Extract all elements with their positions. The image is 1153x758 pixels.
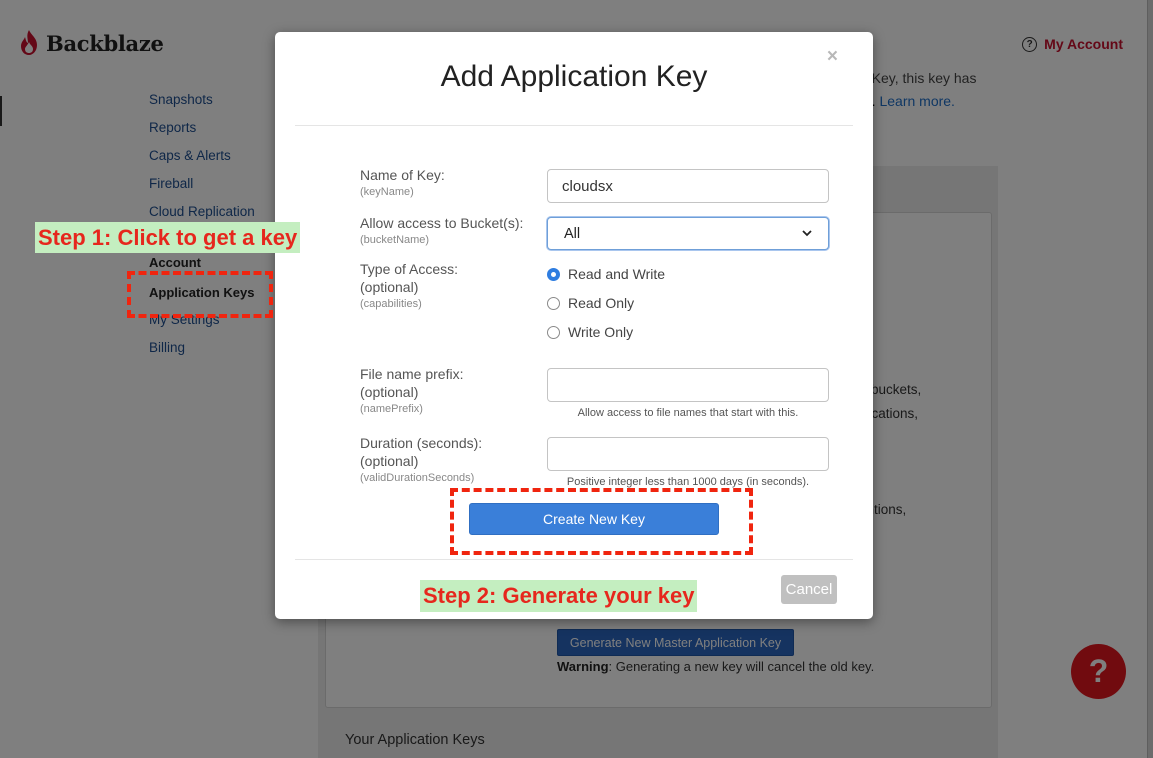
bucket-select[interactable]: All [547, 217, 829, 250]
bucket-param: (bucketName) [360, 234, 430, 246]
duration-optional: (optional) [360, 453, 419, 469]
duration-input[interactable] [547, 437, 829, 471]
prefix-label: File name prefix: [360, 366, 464, 382]
key-name-label: Name of Key: [360, 167, 445, 183]
access-type-optional: (optional) [360, 279, 419, 295]
radio-label-read-only: Read Only [568, 295, 635, 311]
bucket-label: Allow access to Bucket(s): [360, 215, 524, 231]
radio-write-only[interactable]: Write Only [547, 324, 633, 340]
radio-button[interactable] [547, 325, 560, 339]
radio-read-write[interactable]: Read and Write [547, 266, 665, 282]
access-type-label: Type of Access: [360, 261, 459, 277]
key-name-input[interactable]: cloudsx [547, 169, 829, 203]
header-divider [295, 125, 853, 126]
chevron-down-icon [802, 230, 812, 237]
duration-param: (validDurationSeconds) [360, 472, 475, 484]
duration-label: Duration (seconds): [360, 435, 483, 451]
prefix-input[interactable] [547, 368, 829, 402]
step2-highlight-box [450, 488, 753, 555]
step1-callout: Step 1: Click to get a key [35, 222, 301, 253]
bucket-select-value: All [564, 225, 581, 242]
step1-highlight-box [127, 271, 273, 318]
step2-callout: Step 2: Generate your key [420, 580, 698, 612]
footer-divider [295, 559, 853, 560]
access-type-param: (capabilities) [360, 298, 422, 310]
radio-button[interactable] [547, 296, 560, 310]
radio-read-only[interactable]: Read Only [547, 295, 634, 311]
radio-button-checked[interactable] [547, 267, 560, 281]
cancel-button[interactable]: Cancel [781, 575, 837, 604]
duration-hint: Positive integer less than 1000 days (in… [566, 476, 810, 488]
prefix-hint: Allow access to file names that start wi… [577, 407, 799, 419]
radio-label-read-write: Read and Write [568, 266, 666, 282]
radio-label-write-only: Write Only [568, 324, 634, 340]
dialog-title: Add Application Key [440, 60, 708, 93]
prefix-optional: (optional) [360, 384, 419, 400]
prefix-param: (namePrefix) [360, 403, 423, 415]
key-name-param: (keyName) [360, 186, 414, 198]
